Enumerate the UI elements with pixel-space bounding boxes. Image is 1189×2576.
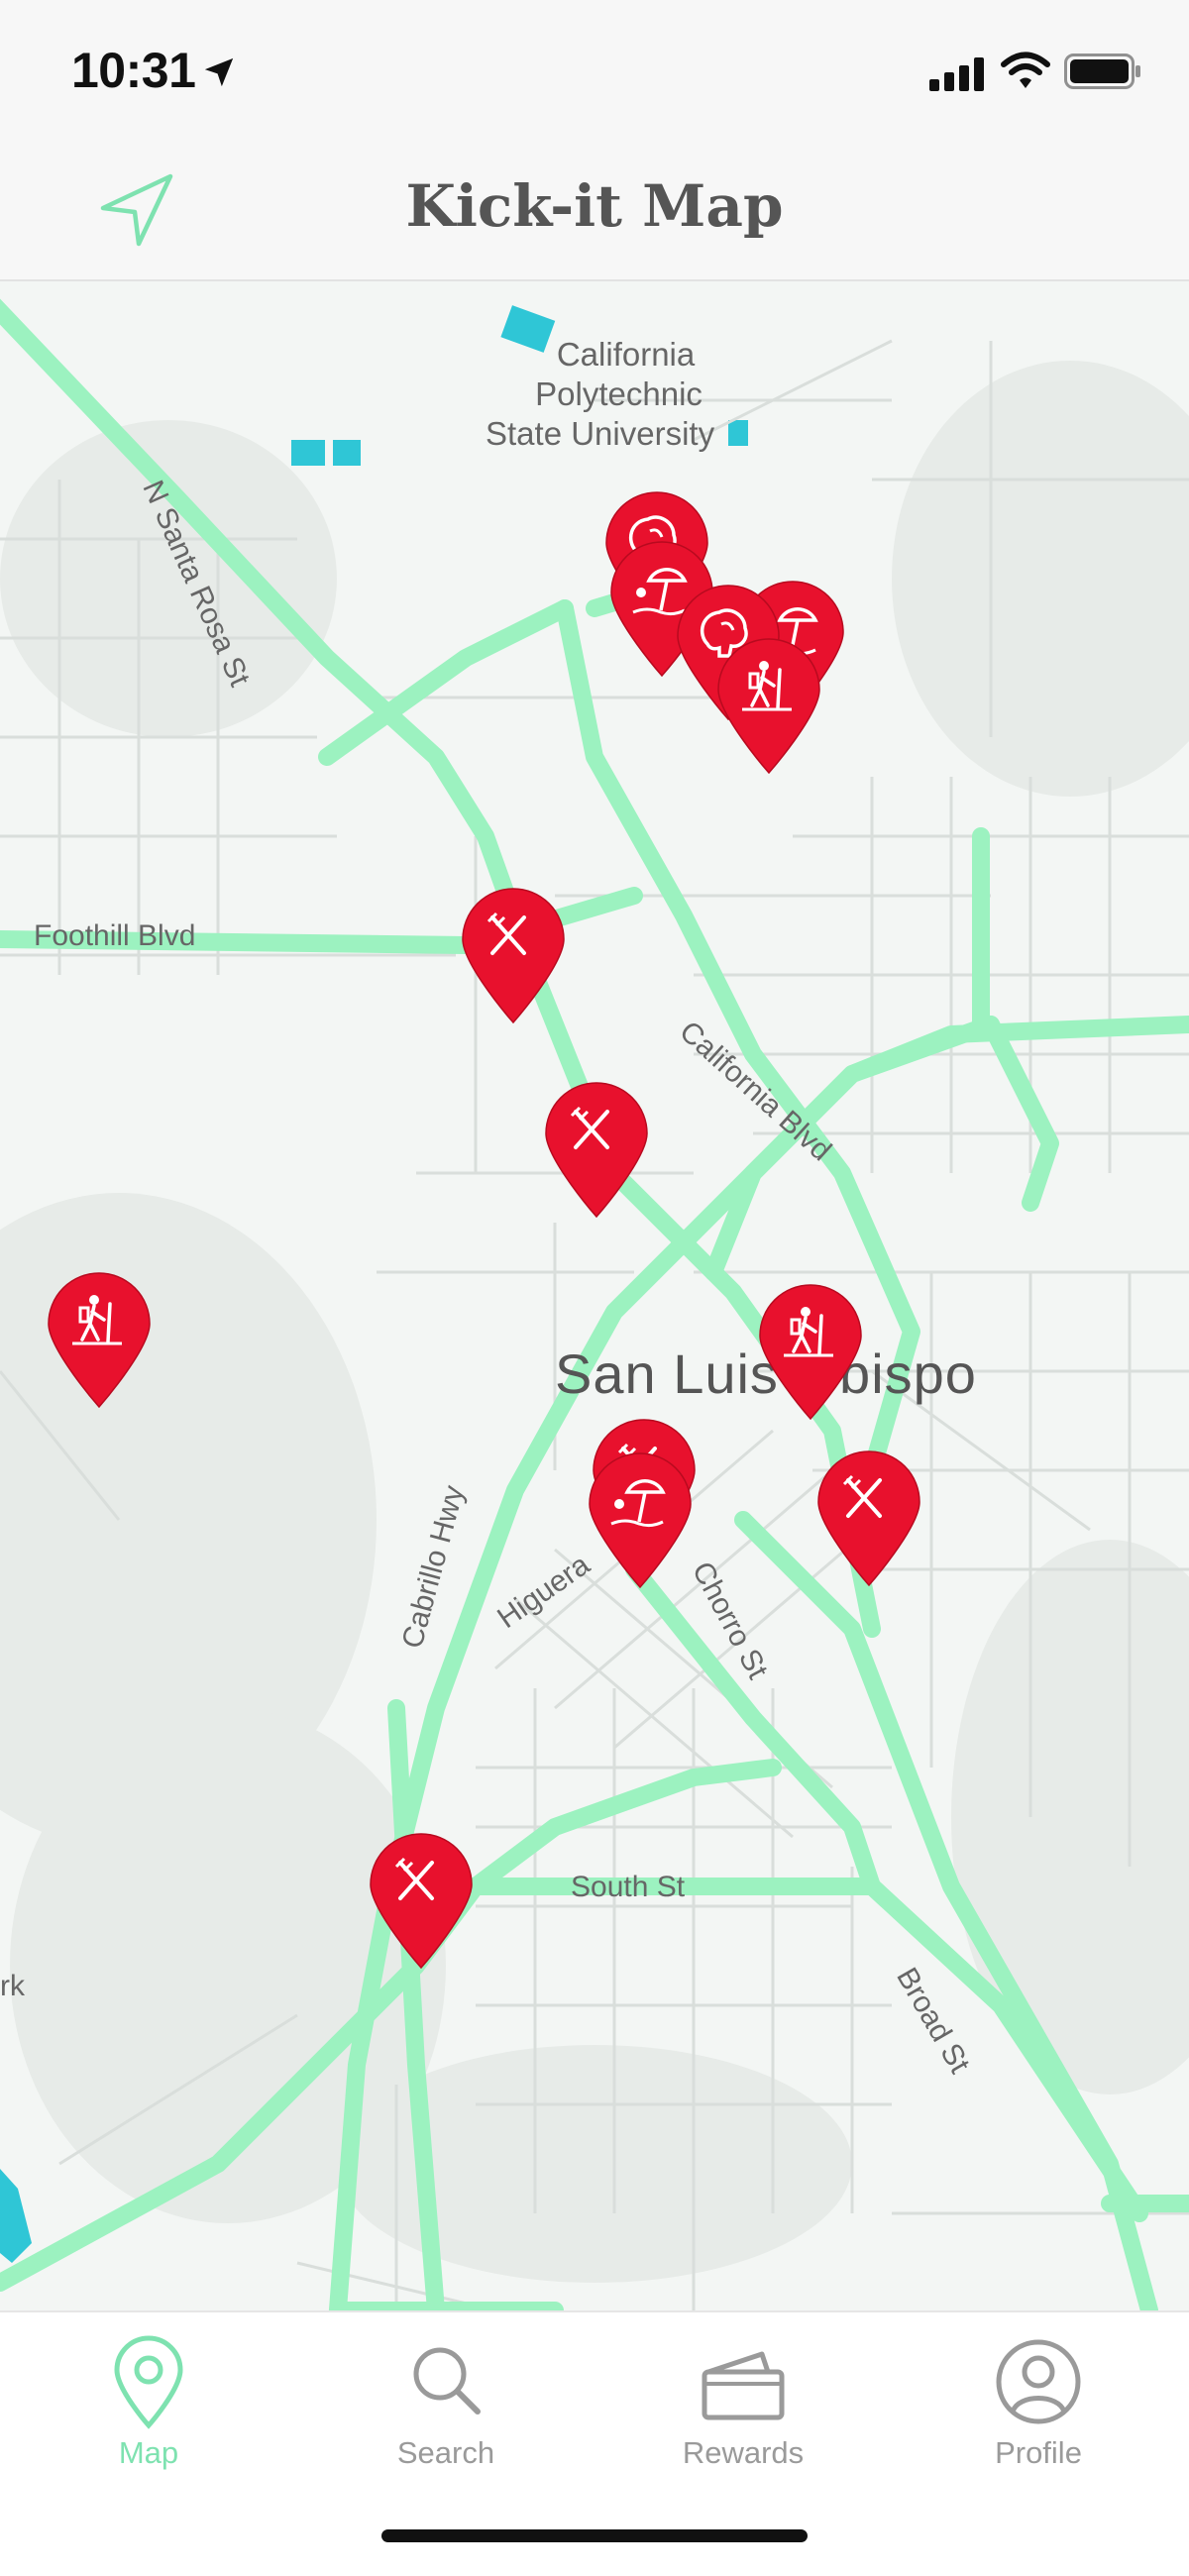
street-label-foothill: Foothill Blvd xyxy=(34,919,196,952)
pin-food-1[interactable] xyxy=(459,888,568,1026)
status-bar: 10:31 xyxy=(0,0,1189,139)
map-pin-icon xyxy=(114,2335,183,2429)
signal-icon xyxy=(929,57,984,91)
pin-hike-1[interactable] xyxy=(714,638,823,777)
area-label-fragment: rk xyxy=(0,1970,25,2002)
tab-map[interactable]: Map xyxy=(40,2334,258,2493)
pin-beach-3[interactable] xyxy=(586,1452,695,1591)
tab-profile[interactable]: Profile xyxy=(929,2334,1147,2493)
pin-food-4[interactable] xyxy=(814,1450,923,1589)
location-arrow-icon xyxy=(204,57,234,87)
tab-rewards[interactable]: Rewards xyxy=(634,2334,852,2493)
tab-map-label: Map xyxy=(118,2435,179,2470)
campus-label: California Polytechnic State University xyxy=(486,336,715,452)
page-title: Kick-it Map xyxy=(405,172,784,240)
pin-hike-2[interactable] xyxy=(756,1284,865,1423)
search-icon xyxy=(413,2347,481,2415)
map-view[interactable]: California Polytechnic State University … xyxy=(0,281,1189,2310)
profile-icon xyxy=(996,2339,1081,2424)
tab-profile-label: Profile xyxy=(995,2435,1082,2470)
wifi-icon xyxy=(1001,52,1050,88)
pin-food-5[interactable] xyxy=(367,1833,476,1972)
tab-search-label: Search xyxy=(396,2435,495,2470)
pin-food-2[interactable] xyxy=(542,1082,651,1221)
tab-search[interactable]: Search xyxy=(337,2334,555,2493)
clock: 10:31 xyxy=(71,43,196,98)
pin-hike-3[interactable] xyxy=(45,1272,154,1411)
home-indicator xyxy=(381,2529,808,2542)
street-label-south: South St xyxy=(571,1871,686,1903)
battery-icon xyxy=(1064,54,1140,89)
tab-rewards-label: Rewards xyxy=(682,2435,805,2470)
wallet-icon xyxy=(702,2351,785,2420)
nav-bar: Kick-it Map xyxy=(0,139,1189,281)
